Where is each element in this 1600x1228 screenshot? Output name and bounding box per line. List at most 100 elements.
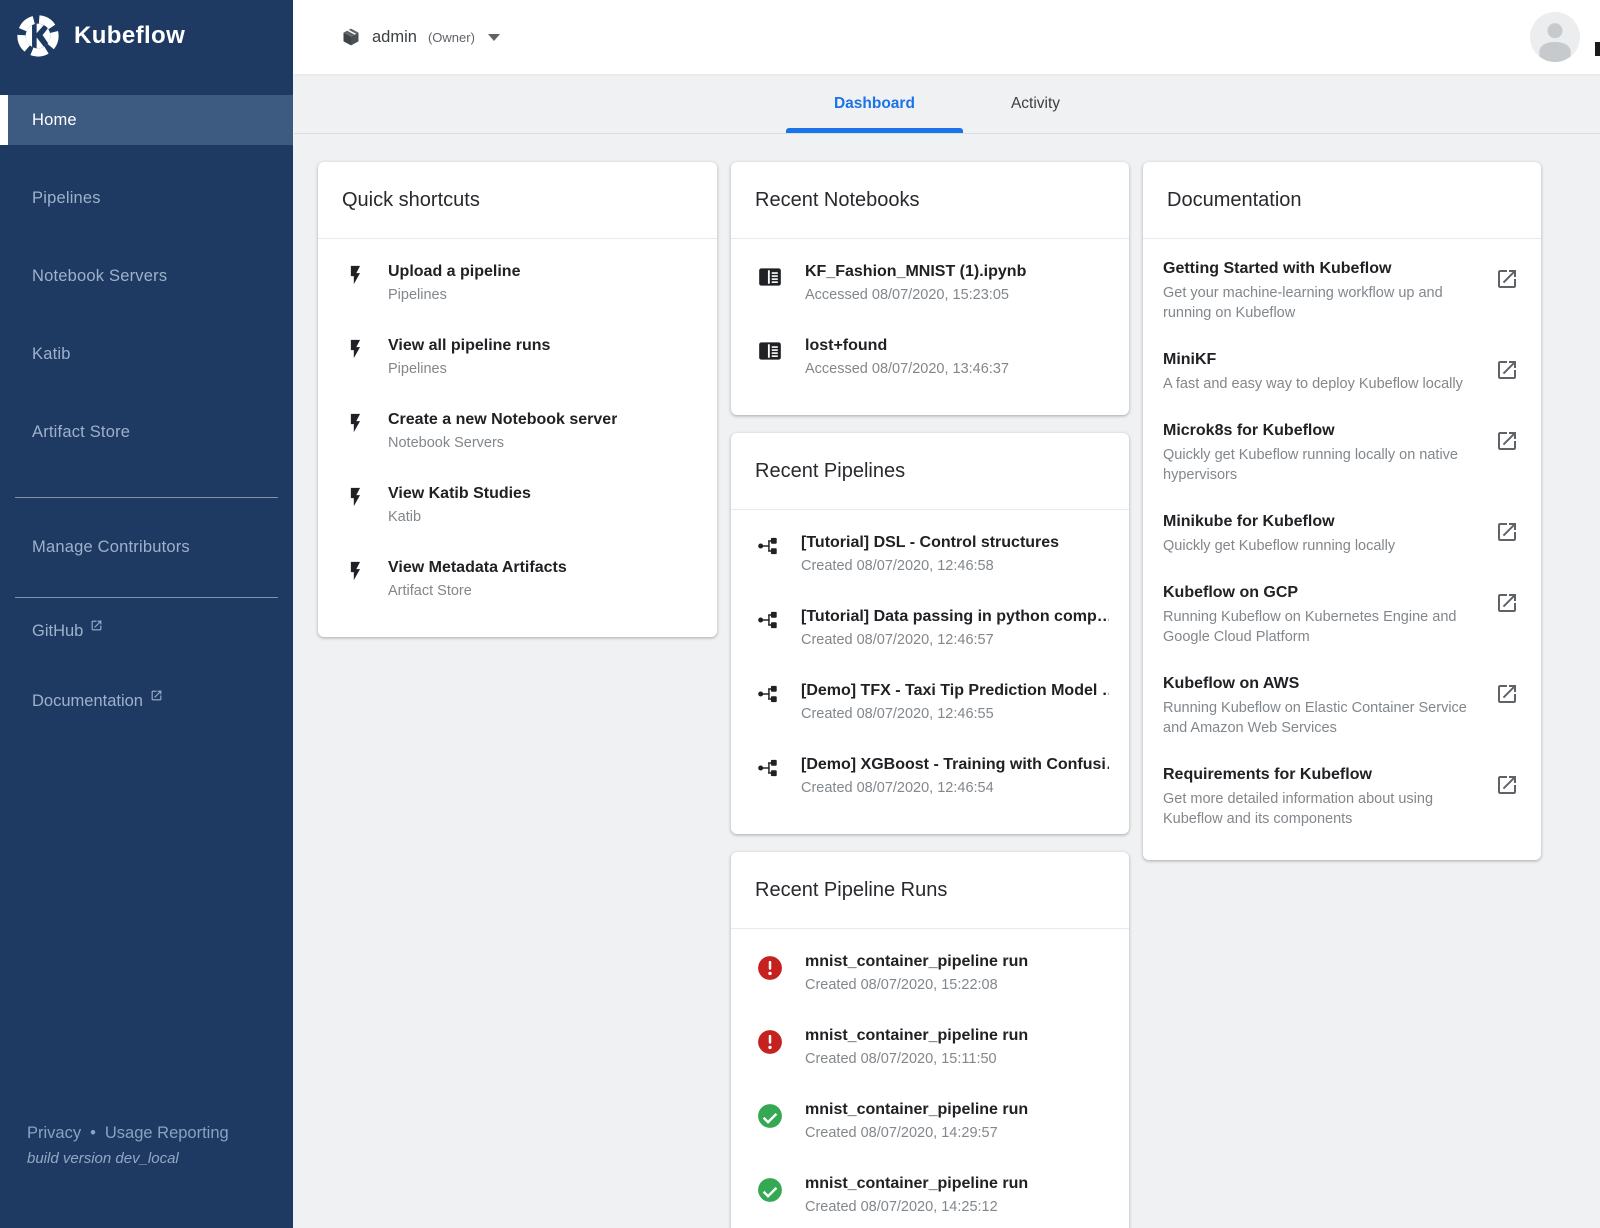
column-documentation: Documentation Getting Started with Kubef…: [1143, 162, 1541, 860]
open-in-new-icon: [1495, 267, 1519, 296]
documentation-link-item[interactable]: Requirements for Kubeflow Get more detai…: [1143, 751, 1541, 842]
sidebar-nav-item[interactable]: Notebook Servers: [0, 251, 293, 301]
open-in-new-icon: [1495, 773, 1519, 802]
success-icon: [757, 1103, 783, 1129]
tab-activity[interactable]: Activity: [963, 74, 1108, 133]
tab-activity-label: Activity: [1011, 95, 1060, 113]
sidebar-external-link[interactable]: Documentation: [0, 680, 293, 730]
bolt-icon: [344, 338, 366, 365]
sidebar-nav-item[interactable]: Artifact Store: [0, 407, 293, 457]
notebook-icon: [757, 264, 783, 295]
documentation-link-item[interactable]: Kubeflow on GCP Running Kubeflow on Kube…: [1143, 569, 1541, 660]
documentation-link-item[interactable]: Getting Started with Kubeflow Get your m…: [1143, 245, 1541, 336]
doc-link-title: MiniKF: [1163, 349, 1471, 371]
bolt-icon: [344, 560, 366, 587]
doc-link-title: Minikube for Kubeflow: [1163, 511, 1471, 533]
column-quick-shortcuts: Quick shortcuts Upload a pipeline Pipeli…: [318, 162, 717, 637]
sidebar: Kubeflow Home Pipelines Notebook Servers…: [0, 0, 293, 1228]
recent-notebooks-title: Recent Notebooks: [731, 162, 1129, 239]
pipeline-item[interactable]: [Demo] XGBoost - Training with Confusi… …: [731, 740, 1129, 814]
notebook-title: KF_Fashion_MNIST (1).ipynb: [805, 261, 1026, 283]
shortcut-subtitle: Pipelines: [388, 283, 520, 307]
error-icon: [757, 955, 783, 981]
sidebar-nav-item-label: Artifact Store: [32, 423, 130, 442]
pipeline-title: [Tutorial] Data passing in python comp…: [801, 606, 1109, 628]
doc-link-title: Kubeflow on GCP: [1163, 582, 1471, 604]
documentation-link-item[interactable]: Kubeflow on AWS Running Kubeflow on Elas…: [1143, 660, 1541, 751]
doc-link-title: Microk8s for Kubeflow: [1163, 420, 1471, 442]
quick-shortcut-item[interactable]: Upload a pipeline Pipelines: [318, 247, 717, 321]
sidebar-nav-item[interactable]: Home: [0, 95, 293, 145]
quick-shortcut-item[interactable]: View Metadata Artifacts Artifact Store: [318, 543, 717, 617]
sidebar-nav-item-label: Pipelines: [32, 189, 101, 208]
doc-link-desc: Get more detailed information about usin…: [1163, 789, 1471, 829]
pipeline-item[interactable]: [Tutorial] Data passing in python comp… …: [731, 592, 1129, 666]
sidebar-nav-item[interactable]: Katib: [0, 329, 293, 379]
pipeline-run-item[interactable]: mnist_container_pipeline run Created 08/…: [731, 1159, 1129, 1228]
sidebar-item-manage-contributors[interactable]: Manage Contributors: [0, 522, 293, 572]
quick-shortcut-item[interactable]: View all pipeline runs Pipelines: [318, 321, 717, 395]
pipeline-item[interactable]: [Demo] TFX - Taxi Tip Prediction Model ……: [731, 666, 1129, 740]
user-avatar[interactable]: [1530, 12, 1580, 62]
recent-pipeline-runs-title: Recent Pipeline Runs: [731, 852, 1129, 929]
kubeflow-dashboard: { "sidebar": { "logo_text": "Kubeflow", …: [0, 0, 1600, 1228]
open-in-new-icon: [90, 618, 103, 637]
sidebar-divider-1: [15, 497, 278, 498]
tab-dashboard[interactable]: Dashboard: [786, 74, 963, 133]
recent-pipelines-card: Recent Pipelines: [731, 433, 1129, 834]
pipeline-item[interactable]: [Tutorial] DSL - Control structures Crea…: [731, 518, 1129, 592]
doc-link-title: Kubeflow on AWS: [1163, 673, 1471, 695]
recent-notebooks-list: KF_Fashion_MNIST (1).ipynb Accessed 08/0…: [731, 239, 1129, 415]
namespace-selector[interactable]: admin (Owner): [341, 0, 500, 74]
sidebar-nav-item[interactable]: Pipelines: [0, 173, 293, 223]
recent-notebooks-card: Recent Notebooks: [731, 162, 1129, 415]
shortcut-subtitle: Notebook Servers: [388, 431, 617, 455]
recent-pipeline-runs-list: mnist_container_pipeline run Created 08/…: [731, 929, 1129, 1228]
namespace-role: (Owner): [428, 30, 475, 45]
pipeline-run-item[interactable]: mnist_container_pipeline run Created 08/…: [731, 1085, 1129, 1159]
sidebar-divider-2: [15, 597, 278, 598]
shortcut-subtitle: Pipelines: [388, 357, 550, 381]
open-in-new-icon: [1495, 591, 1519, 620]
run-status-icon: [757, 1103, 783, 1129]
kubeflow-logo-icon: [16, 14, 60, 58]
documentation-list: Getting Started with Kubeflow Get your m…: [1143, 239, 1541, 860]
kubeflow-logo[interactable]: Kubeflow: [16, 14, 185, 58]
quick-shortcut-item[interactable]: Create a new Notebook server Notebook Se…: [318, 395, 717, 469]
logo-text: Kubeflow: [74, 22, 185, 50]
pipeline-created: Created 08/07/2020, 12:46:57: [801, 628, 1109, 652]
notebook-item[interactable]: KF_Fashion_MNIST (1).ipynb Accessed 08/0…: [731, 247, 1129, 321]
bolt-icon: [344, 264, 366, 291]
recent-pipelines-list: [Tutorial] DSL - Control structures Crea…: [731, 510, 1129, 834]
doc-link-desc: A fast and easy way to deploy Kubeflow l…: [1163, 374, 1471, 394]
doc-link-desc: Running Kubeflow on Elastic Container Se…: [1163, 698, 1471, 738]
quick-shortcuts-list: Upload a pipeline Pipelines View all pip…: [318, 239, 717, 637]
documentation-link-item[interactable]: Microk8s for Kubeflow Quickly get Kubefl…: [1143, 407, 1541, 498]
pipeline-graph-icon: [757, 535, 779, 562]
open-in-new-icon: [1495, 682, 1519, 711]
pipeline-run-item[interactable]: mnist_container_pipeline run Created 08/…: [731, 937, 1129, 1011]
column-recent: Recent Notebooks: [731, 162, 1129, 1228]
notebook-accessed: Accessed 08/07/2020, 15:23:05: [805, 283, 1026, 307]
topbar: admin (Owner): [293, 0, 1600, 74]
doc-link-title: Requirements for Kubeflow: [1163, 764, 1471, 786]
scrollbar-thumb[interactable]: [1595, 42, 1600, 56]
run-status-icon: [757, 1177, 783, 1203]
chevron-down-icon: [488, 34, 500, 41]
notebook-icon: [757, 338, 783, 369]
quick-shortcuts-title: Quick shortcuts: [318, 162, 717, 239]
usage-reporting-link[interactable]: Usage Reporting: [105, 1124, 229, 1143]
footer-bullet: •: [90, 1124, 96, 1143]
notebook-item[interactable]: lost+found Accessed 08/07/2020, 13:46:37: [731, 321, 1129, 395]
tab-dashboard-label: Dashboard: [834, 95, 915, 113]
documentation-link-item[interactable]: Minikube for Kubeflow Quickly get Kubefl…: [1143, 498, 1541, 569]
quick-shortcut-item[interactable]: View Katib Studies Katib: [318, 469, 717, 543]
pipeline-run-item[interactable]: mnist_container_pipeline run Created 08/…: [731, 1011, 1129, 1085]
open-in-new-icon: [1495, 429, 1519, 458]
documentation-link-item[interactable]: MiniKF A fast and easy way to deploy Kub…: [1143, 336, 1541, 407]
pipeline-title: [Demo] TFX - Taxi Tip Prediction Model …: [801, 680, 1109, 702]
privacy-link[interactable]: Privacy: [27, 1124, 81, 1143]
doc-link-desc: Quickly get Kubeflow running locally: [1163, 536, 1471, 556]
manage-contributors-label: Manage Contributors: [32, 538, 190, 557]
sidebar-external-link[interactable]: GitHub: [0, 610, 293, 660]
